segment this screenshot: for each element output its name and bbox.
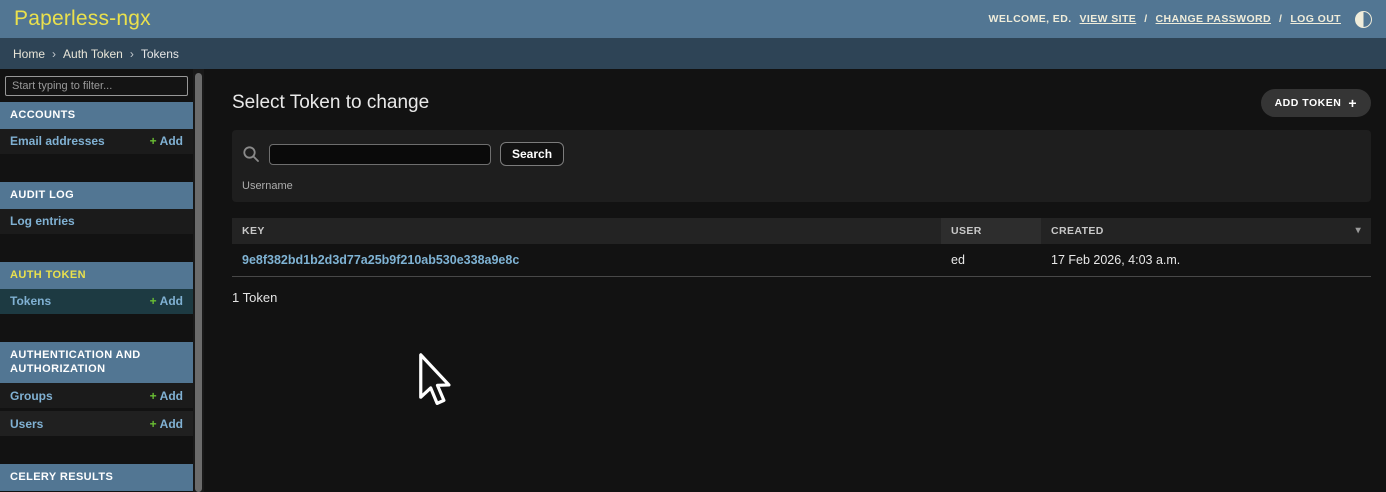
add-label: Add bbox=[160, 389, 183, 403]
add-label: Add bbox=[160, 294, 183, 308]
sidebar-item-email-addresses[interactable]: Email addresses +Add bbox=[0, 129, 193, 154]
view-site-link[interactable]: VIEW SITE bbox=[1080, 13, 1137, 25]
change-password-link[interactable]: CHANGE PASSWORD bbox=[1156, 13, 1271, 25]
app-header: Paperless-ngx WELCOME, ED. VIEW SITE / C… bbox=[0, 0, 1386, 38]
plus-icon: + bbox=[150, 294, 157, 308]
column-header-user[interactable]: USER bbox=[941, 218, 1041, 244]
token-created-cell: 17 Feb 2026, 4:03 a.m. bbox=[1041, 244, 1371, 277]
search-icon bbox=[242, 145, 260, 163]
sidebar-section-accounts: ACCOUNTS bbox=[0, 102, 193, 129]
search-button[interactable]: Search bbox=[500, 142, 564, 166]
table-header-row: KEY USER CREATED ▾ bbox=[232, 218, 1371, 244]
user-tools: WELCOME, ED. VIEW SITE / CHANGE PASSWORD… bbox=[989, 11, 1372, 28]
sidebar-scrollbar-thumb[interactable] bbox=[195, 73, 202, 492]
add-user-link[interactable]: +Add bbox=[150, 417, 183, 431]
tokens-table: KEY USER CREATED ▾ 9e8f382bd1b2d3d77a25b… bbox=[232, 218, 1371, 277]
breadcrumb-separator: › bbox=[52, 47, 56, 61]
theme-toggle-icon[interactable] bbox=[1355, 11, 1372, 28]
breadcrumb-current: Tokens bbox=[141, 47, 179, 61]
sidebar-item-label[interactable]: Log entries bbox=[10, 214, 75, 228]
page-title: Select Token to change bbox=[232, 92, 429, 114]
breadcrumb-home[interactable]: Home bbox=[13, 47, 45, 61]
search-module: Search Username bbox=[232, 130, 1371, 202]
add-token-button[interactable]: ADD TOKEN + bbox=[1261, 89, 1371, 117]
sidebar-section-audit-log: AUDIT LOG bbox=[0, 182, 193, 209]
sidebar-item-tokens[interactable]: Tokens +Add bbox=[0, 289, 193, 314]
column-header-created[interactable]: CREATED ▾ bbox=[1041, 218, 1371, 244]
sidebar-filter-input[interactable] bbox=[5, 76, 188, 96]
sort-options-caret-icon[interactable]: ▾ bbox=[1356, 225, 1361, 236]
main-content: Select Token to change ADD TOKEN + Searc… bbox=[204, 69, 1386, 492]
breadcrumb-app[interactable]: Auth Token bbox=[63, 47, 123, 61]
result-count: 1 Token bbox=[232, 290, 1371, 305]
breadcrumb: Home › Auth Token › Tokens bbox=[0, 38, 1386, 69]
link-separator: / bbox=[1279, 13, 1282, 25]
add-label: Add bbox=[160, 134, 183, 148]
sidebar-nav: ACCOUNTS Email addresses +Add AUDIT LOG … bbox=[0, 69, 193, 492]
column-header-key[interactable]: KEY bbox=[232, 218, 941, 244]
sidebar-item-groups[interactable]: Groups +Add bbox=[0, 383, 193, 408]
breadcrumb-separator: › bbox=[130, 47, 134, 61]
plus-icon: + bbox=[150, 417, 157, 431]
table-row: 9e8f382bd1b2d3d77a25b9f210ab530e338a9e8c… bbox=[232, 244, 1371, 277]
sidebar-item-users[interactable]: Users +Add bbox=[0, 411, 193, 436]
token-key-link[interactable]: 9e8f382bd1b2d3d77a25b9f210ab530e338a9e8c bbox=[242, 253, 519, 267]
plus-icon: + bbox=[1348, 98, 1357, 108]
welcome-text: WELCOME, ED. bbox=[989, 13, 1072, 25]
add-label: Add bbox=[160, 417, 183, 431]
sidebar-section-celery-results: CELERY RESULTS bbox=[0, 464, 193, 491]
sidebar-item-label[interactable]: Email addresses bbox=[10, 134, 105, 148]
search-input[interactable] bbox=[269, 144, 491, 165]
sidebar-section-auth-token: AUTH TOKEN bbox=[0, 262, 193, 289]
link-separator: / bbox=[1144, 13, 1147, 25]
add-group-link[interactable]: +Add bbox=[150, 389, 183, 403]
sidebar-item-label[interactable]: Users bbox=[10, 417, 43, 431]
add-token-button-label: ADD TOKEN bbox=[1275, 97, 1342, 109]
add-token-link[interactable]: +Add bbox=[150, 294, 183, 308]
sidebar-section-auth-and-authz: AUTHENTICATION AND AUTHORIZATION bbox=[0, 342, 193, 384]
sidebar-item-label[interactable]: Tokens bbox=[10, 294, 51, 308]
app-title: Paperless-ngx bbox=[14, 7, 151, 31]
plus-icon: + bbox=[150, 134, 157, 148]
log-out-link[interactable]: LOG OUT bbox=[1290, 13, 1341, 25]
token-user-cell: ed bbox=[941, 244, 1041, 277]
search-help-text: Username bbox=[242, 180, 1359, 192]
sidebar-scrollbar[interactable] bbox=[193, 69, 204, 492]
sidebar-item-label[interactable]: Groups bbox=[10, 389, 53, 403]
column-header-created-label: CREATED bbox=[1051, 225, 1104, 237]
add-email-address-link[interactable]: +Add bbox=[150, 134, 183, 148]
plus-icon: + bbox=[150, 389, 157, 403]
sidebar-item-log-entries[interactable]: Log entries bbox=[0, 209, 193, 234]
